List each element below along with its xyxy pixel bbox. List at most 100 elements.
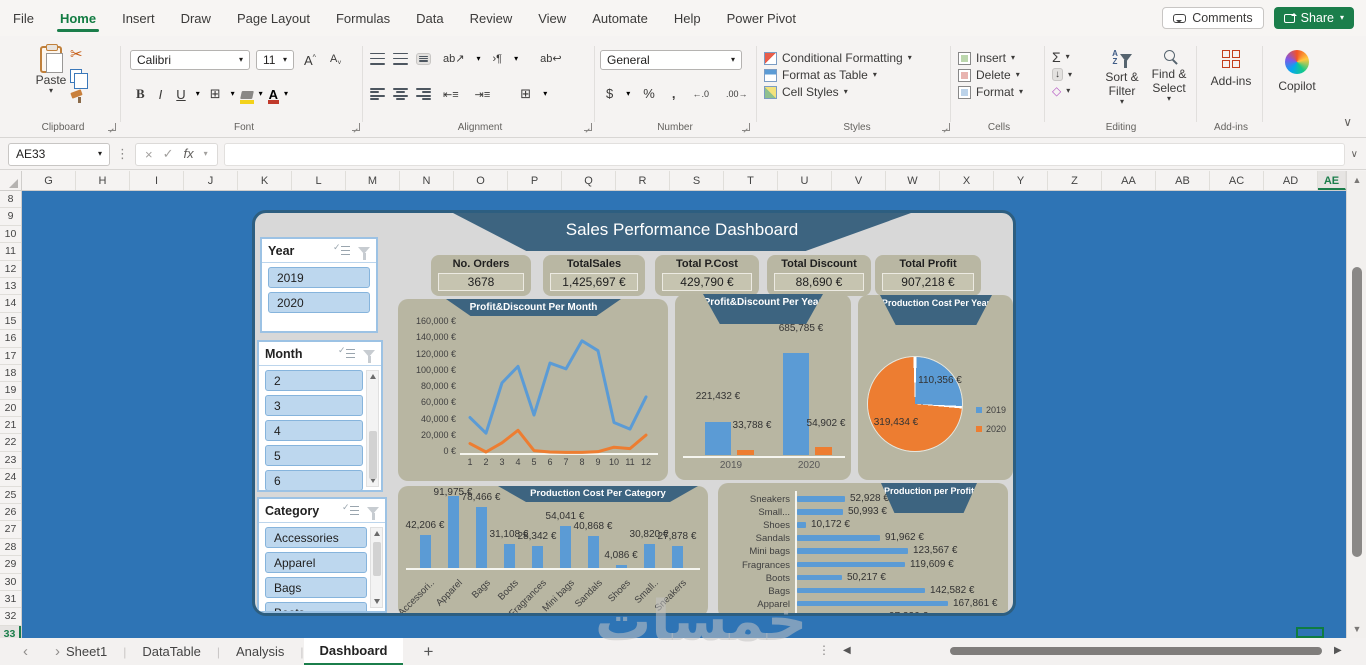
slicer-item-4[interactable]: 4 xyxy=(265,420,363,441)
column-header-J[interactable]: J xyxy=(184,171,238,190)
sheet-nav-left-arrow[interactable]: ‹ xyxy=(12,643,39,660)
conditional-formatting-button[interactable]: Conditional Formatting ▾ xyxy=(764,51,912,65)
column-header-AE[interactable]: AE xyxy=(1318,171,1346,190)
increase-font-button[interactable]: A^ xyxy=(300,51,320,70)
column-header-AD[interactable]: AD xyxy=(1264,171,1318,190)
font-name-select[interactable]: Calibri ▾ xyxy=(130,50,250,70)
format-cells-button[interactable]: Format ▾ xyxy=(958,85,1023,99)
row-header-16[interactable]: 16 xyxy=(0,330,21,348)
clear-filter-icon[interactable] xyxy=(358,247,370,260)
row-header-31[interactable]: 31 xyxy=(0,591,21,609)
align-top-button[interactable] xyxy=(370,52,385,65)
slicer-scrollbar[interactable] xyxy=(366,370,379,487)
number-dialog-launcher[interactable] xyxy=(742,123,750,131)
merge-center-button[interactable]: ⊞ xyxy=(516,84,535,104)
name-box[interactable]: AE33 ▾ xyxy=(8,142,110,166)
multi-select-icon[interactable] xyxy=(342,502,359,517)
column-header-R[interactable]: R xyxy=(616,171,670,190)
slicer-item-2019[interactable]: 2019 xyxy=(268,267,370,288)
sheet-tab-analysis[interactable]: Analysis xyxy=(220,638,300,665)
delete-cells-button[interactable]: Delete ▾ xyxy=(958,68,1023,82)
column-header-H[interactable]: H xyxy=(76,171,130,190)
autosum-button[interactable]: Σ ▾ xyxy=(1052,49,1072,65)
row-header-32[interactable]: 32 xyxy=(0,608,21,626)
font-dialog-launcher[interactable] xyxy=(352,123,360,131)
cut-button[interactable]: ✂ xyxy=(70,47,83,62)
row-header-30[interactable]: 30 xyxy=(0,574,21,591)
row-header-26[interactable]: 26 xyxy=(0,504,21,522)
ribbon-tab-data[interactable]: Data xyxy=(403,3,456,34)
scroll-thumb[interactable] xyxy=(369,431,377,479)
scroll-up-arrow[interactable] xyxy=(374,531,380,536)
clear-filter-icon[interactable] xyxy=(367,507,379,520)
slicer-item-accessories[interactable]: Accessories xyxy=(265,527,367,548)
row-header-21[interactable]: 21 xyxy=(0,417,21,435)
hscroll-right-arrow[interactable]: ▶ xyxy=(1334,645,1342,656)
decrease-indent-button[interactable]: ⇤≡ xyxy=(439,86,463,103)
slicer-item-5[interactable]: 5 xyxy=(265,445,363,466)
ribbon-tab-insert[interactable]: Insert xyxy=(109,3,168,34)
sheet-tab-dashboard[interactable]: Dashboard xyxy=(303,638,404,665)
sheet-tab-datatable[interactable]: DataTable xyxy=(126,638,217,665)
borders-button[interactable]: ⊞ xyxy=(206,84,225,104)
multi-select-icon[interactable] xyxy=(333,242,350,257)
column-header-Z[interactable]: Z xyxy=(1048,171,1102,190)
addins-button[interactable]: Add-ins xyxy=(1206,50,1256,88)
row-header-22[interactable]: 22 xyxy=(0,434,21,452)
column-header-AC[interactable]: AC xyxy=(1210,171,1264,190)
ribbon-tab-draw[interactable]: Draw xyxy=(168,3,224,34)
slicer-item-boots[interactable]: Boots xyxy=(265,602,367,611)
row-header-25[interactable]: 25 xyxy=(0,487,21,505)
insert-cells-button[interactable]: Insert ▾ xyxy=(958,51,1023,65)
scroll-up-arrow[interactable]: ▲ xyxy=(1347,175,1366,185)
column-header-X[interactable]: X xyxy=(940,171,994,190)
ribbon-tab-power-pivot[interactable]: Power Pivot xyxy=(714,3,809,34)
slicer-item-2[interactable]: 2 xyxy=(265,370,363,391)
orientation-button[interactable]: ab↗ xyxy=(439,50,468,67)
ribbon-tab-view[interactable]: View xyxy=(525,3,579,34)
column-header-K[interactable]: K xyxy=(238,171,292,190)
decrease-decimal-button[interactable]: .00→ xyxy=(722,87,752,101)
chart-profit-discount-per-year[interactable]: Profit&Discount Per Year 2019 2020 221,432 … xyxy=(675,294,851,480)
row-header-24[interactable]: 24 xyxy=(0,469,21,487)
column-header-M[interactable]: M xyxy=(346,171,400,190)
row-header-28[interactable]: 28 xyxy=(0,539,21,557)
underline-button[interactable]: U xyxy=(172,85,189,104)
row-header-18[interactable]: 18 xyxy=(0,365,21,383)
share-button[interactable]: Share ▾ xyxy=(1273,7,1354,29)
sheet-tab-sheet1[interactable]: Sheet1 xyxy=(50,638,123,665)
slicer-item-bags[interactable]: Bags xyxy=(265,577,367,598)
font-color-button[interactable]: A xyxy=(267,88,280,104)
slicer-item-6[interactable]: 6 xyxy=(265,470,363,490)
slicer-item-3[interactable]: 3 xyxy=(265,395,363,416)
find-select-button[interactable]: Find & Select ▾ xyxy=(1147,50,1191,103)
column-header-V[interactable]: V xyxy=(832,171,886,190)
percent-button[interactable]: % xyxy=(639,84,659,103)
row-header-13[interactable]: 13 xyxy=(0,278,21,296)
ribbon-tab-review[interactable]: Review xyxy=(457,3,526,34)
align-right-button[interactable] xyxy=(416,88,431,100)
row-header-10[interactable]: 10 xyxy=(0,226,21,244)
vertical-scrollbar[interactable]: ▲ ▼ xyxy=(1346,171,1366,638)
scroll-down-arrow[interactable] xyxy=(374,599,380,604)
row-header-19[interactable]: 19 xyxy=(0,382,21,400)
align-bottom-button[interactable] xyxy=(416,52,431,65)
column-header-U[interactable]: U xyxy=(778,171,832,190)
column-header-S[interactable]: S xyxy=(670,171,724,190)
fill-color-button[interactable] xyxy=(239,88,254,104)
paste-button[interactable]: Paste ▾ xyxy=(28,44,74,112)
column-header-Q[interactable]: Q xyxy=(562,171,616,190)
column-header-I[interactable]: I xyxy=(130,171,184,190)
clear-button[interactable]: ◇ ▾ xyxy=(1052,84,1072,98)
row-header-8[interactable]: 8 xyxy=(0,191,21,209)
expand-formula-bar-button[interactable]: ∨ xyxy=(1351,149,1358,160)
sheet-bar-divider[interactable]: ⋮ xyxy=(818,643,830,657)
row-header-29[interactable]: 29 xyxy=(0,556,21,574)
clear-filter-icon[interactable] xyxy=(363,350,375,363)
row-header-17[interactable]: 17 xyxy=(0,348,21,365)
align-left-button[interactable] xyxy=(370,88,385,100)
comma-button[interactable]: , xyxy=(668,84,680,103)
format-as-table-button[interactable]: Format as Table ▾ xyxy=(764,68,912,82)
column-header-AB[interactable]: AB xyxy=(1156,171,1210,190)
formula-input[interactable] xyxy=(223,142,1345,166)
